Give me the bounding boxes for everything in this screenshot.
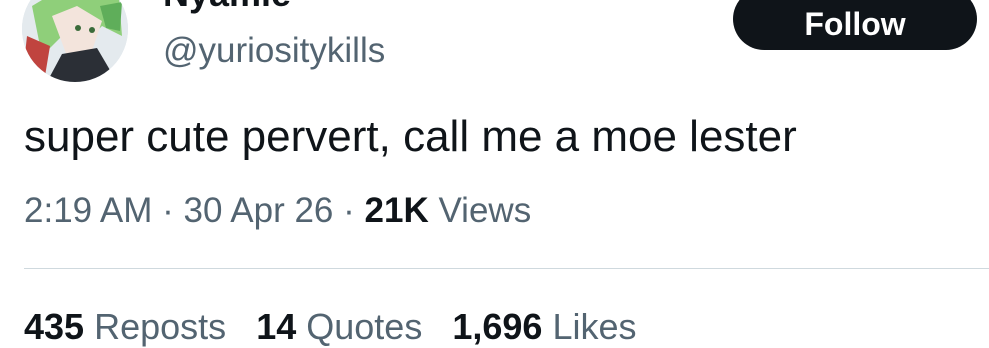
author-avatar[interactable] — [22, 0, 128, 82]
reposts-stat[interactable]: 435 Reposts — [24, 306, 226, 347]
quotes-count: 14 — [256, 306, 297, 347]
anime-character-avatar-icon — [22, 0, 128, 82]
author-handle[interactable]: @yuriositykills — [163, 31, 385, 71]
quotes-stat[interactable]: 14 Quotes — [256, 306, 422, 347]
tweet-time[interactable]: 2:19 AM — [24, 191, 152, 230]
meta-separator: · — [162, 191, 174, 230]
engagement-stats: 435 Reposts 14 Quotes 1,696 Likes — [24, 306, 657, 348]
likes-label: Likes — [552, 306, 637, 347]
tweet-date[interactable]: 30 Apr 26 — [184, 191, 334, 230]
follow-button[interactable]: Follow — [733, 0, 977, 50]
views-count: 21K — [364, 191, 429, 230]
reposts-label: Reposts — [94, 306, 227, 347]
tweet-text: super cute pervert, call me a moe lester — [24, 112, 797, 161]
likes-stat[interactable]: 1,696 Likes — [452, 306, 636, 347]
views-label: Views — [438, 191, 532, 230]
quotes-label: Quotes — [306, 306, 423, 347]
reposts-count: 435 — [24, 306, 85, 347]
divider — [24, 268, 989, 269]
likes-count: 1,696 — [452, 306, 543, 347]
author-display-name[interactable]: Nyamie — [163, 0, 291, 15]
meta-separator: · — [343, 191, 355, 230]
tweet-metadata: 2:19 AM · 30 Apr 26 · 21K Views — [24, 191, 531, 231]
